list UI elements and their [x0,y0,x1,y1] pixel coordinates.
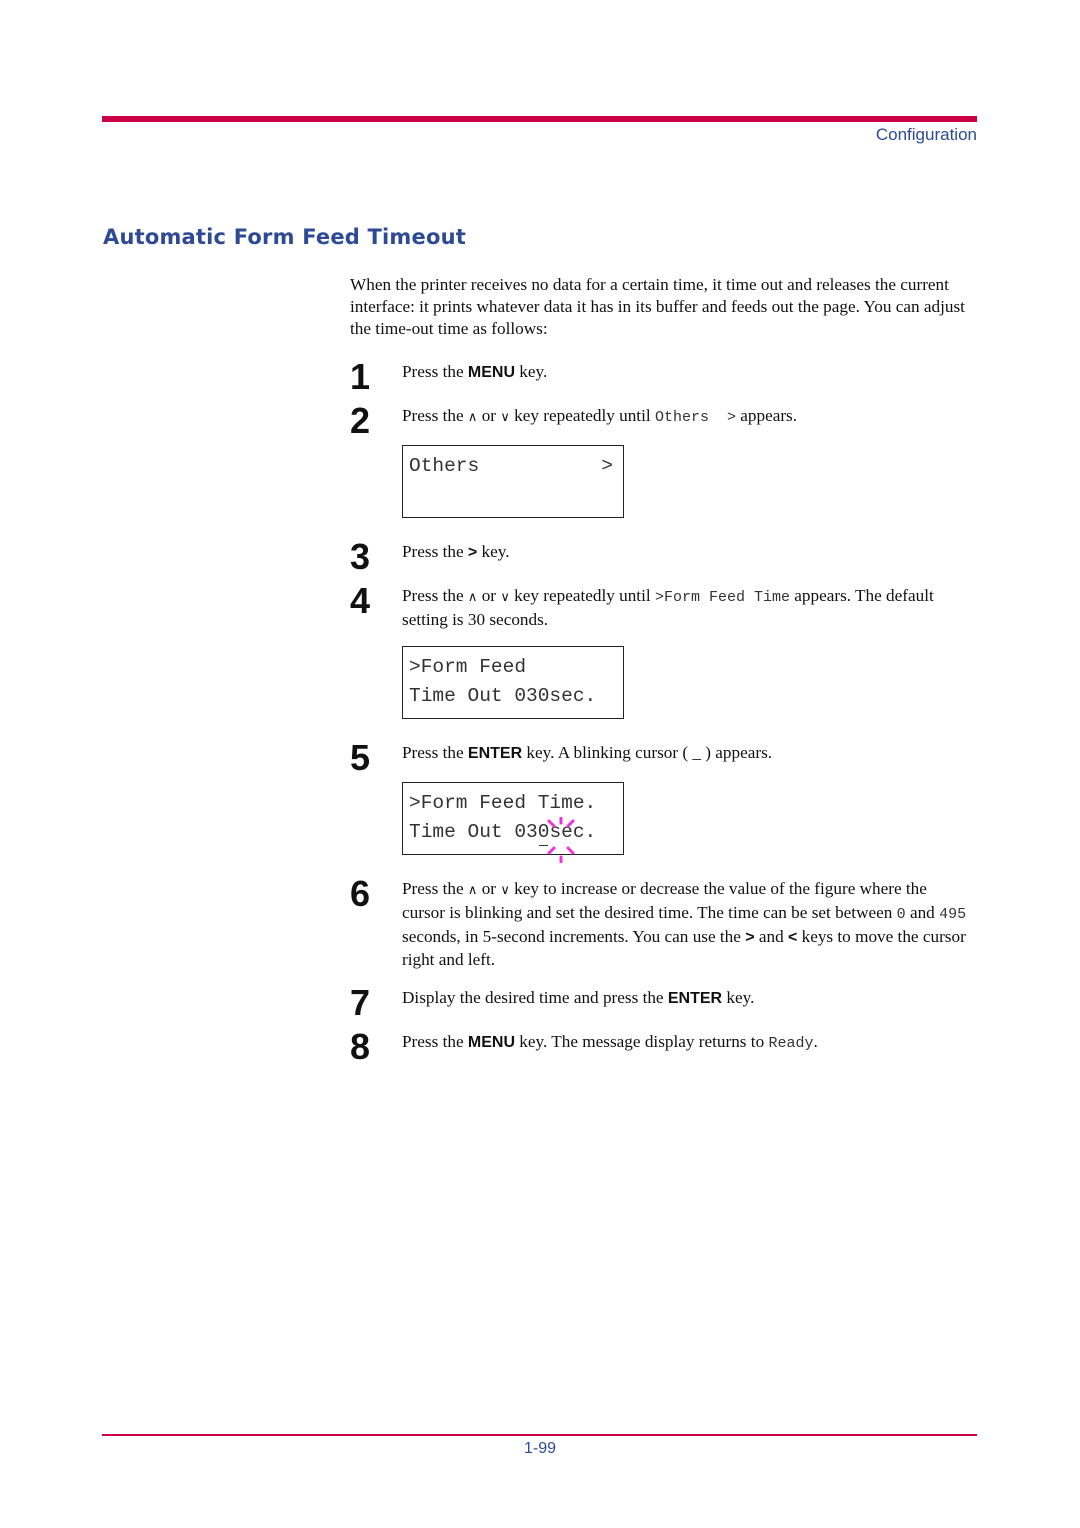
step-text: Press the ∧ or ∨ key repeatedly until Ot… [402,405,972,429]
up-key-icon: ∧ [467,590,478,605]
left-key-label: < [787,929,798,946]
page-number: 1-99 [523,1440,557,1457]
lcd-line-1: >Form Feed [409,656,527,678]
page-title: Automatic Form Feed Timeout [103,225,466,249]
step-number: 8 [350,1026,371,1067]
min-value: 0 [896,906,906,923]
display-text: Others > [654,409,736,426]
enter-key-label: ENTER [667,990,723,1007]
intro-paragraph: When the printer receives no data for a … [350,275,965,338]
lcd-display-form-feed: >Form Feed Time Out 030sec. [402,646,624,719]
header-rule [102,116,977,122]
lcd-display-form-feed-edit: >Form Feed Time. Time Out 030sec. [402,782,624,863]
down-key-icon: ∨ [500,883,510,898]
step-number: 1 [350,356,371,397]
max-value: 495 [939,906,967,923]
lcd-line-1: >Form Feed Time. [409,792,597,814]
step-text: Press the MENU key. [402,362,548,381]
step-number: 2 [350,400,371,441]
enter-key-label: ENTER [467,745,523,762]
footer-rule [102,1434,977,1436]
section-label: Configuration [875,125,977,144]
step-text: Press the > key. [402,542,510,561]
lcd-display-others: Others > [402,445,624,518]
step-text: Display the desired time and press the E… [402,988,755,1007]
up-key-icon: ∧ [467,410,478,425]
step-text: Press the ENTER key. A blinking cursor (… [402,743,773,762]
lcd-line-1: Others [409,455,480,477]
step-text: Press the ∧ or ∨ key repeatedly until >F… [402,586,934,629]
display-text: Ready [768,1035,814,1052]
right-key-label: > [745,929,755,946]
down-key-icon: ∨ [500,410,510,425]
step-number: 7 [350,982,371,1023]
step-text: Press the MENU key. The message display … [402,1032,818,1052]
step-text: Press the ∧ or ∨ key to increase or decr… [402,879,967,969]
step-number: 6 [350,873,371,914]
lcd-line-2: Time Out 030sec. [409,685,597,707]
right-key-label: > [467,544,478,561]
blink-indicator-icon [547,817,575,863]
menu-key-label: MENU [467,1034,515,1051]
menu-key-label: MENU [467,364,515,381]
lcd-arrow: > [601,455,613,477]
step-number: 5 [350,737,371,778]
display-text: >Form Feed Time [654,589,790,606]
up-key-icon: ∧ [467,883,478,898]
down-key-icon: ∨ [500,590,510,605]
step-number: 4 [350,580,371,621]
step-number: 3 [350,536,371,577]
